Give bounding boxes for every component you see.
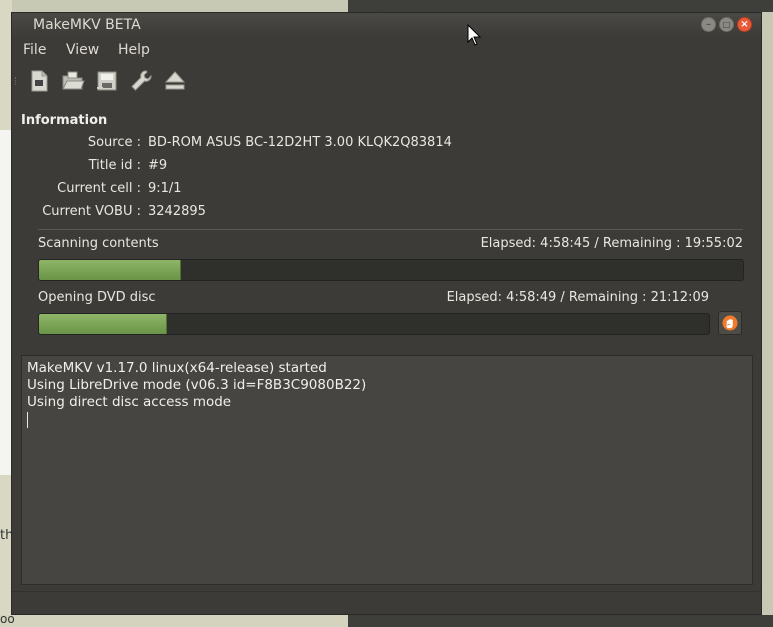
window-controls: – □ ×	[701, 17, 752, 32]
open-folder-button[interactable]	[60, 68, 86, 94]
info-label: Title id :	[88, 158, 141, 173]
mouse-pointer-icon	[467, 24, 481, 46]
info-value: #9	[148, 158, 168, 173]
section-divider	[38, 229, 743, 230]
progress-fill-opening	[39, 314, 168, 334]
title-bar[interactable]: MakeMKV BETA – □ ×	[12, 13, 761, 38]
eject-button[interactable]	[162, 68, 188, 94]
info-value: BD-ROM ASUS BC-12D2HT 3.00 KLQK2Q83814	[148, 135, 452, 150]
menu-bar: File View Help	[12, 38, 761, 62]
preferences-button[interactable]	[128, 68, 154, 94]
open-file-icon	[31, 70, 48, 92]
status-bar	[12, 591, 761, 614]
progress-time-opening: Elapsed: 4:58:49 / Remaining : 21:12:09	[446, 290, 709, 305]
menu-view[interactable]: View	[66, 42, 99, 58]
eject-icon	[164, 71, 186, 90]
text-caret	[27, 412, 28, 428]
window-title: MakeMKV BETA	[33, 17, 141, 33]
progress-bar-scanning	[38, 259, 744, 281]
log-caret-line	[27, 411, 747, 433]
open-folder-icon	[62, 71, 85, 90]
progress-time-scanning: Elapsed: 4:58:45 / Remaining : 19:55:02	[480, 236, 743, 251]
progress-bar-opening	[38, 313, 710, 335]
toolbar-grip	[15, 77, 18, 85]
close-icon: ×	[740, 18, 749, 30]
wrench-icon	[131, 70, 152, 91]
progress-label-opening: Opening DVD disc	[38, 290, 156, 305]
makemkv-window: MakeMKV BETA – □ × File View Help Inform…	[11, 12, 762, 615]
log-line: MakeMKV v1.17.0 linux(x64-release) start…	[27, 360, 327, 376]
desktop-background-dark	[348, 0, 773, 12]
info-label: Source :	[87, 135, 141, 150]
log-line: Using direct disc access mode	[27, 394, 232, 410]
backup-button[interactable]	[94, 68, 120, 94]
stop-hand-icon	[722, 315, 738, 331]
menu-file[interactable]: File	[23, 42, 46, 58]
log-line: Using LibreDrive mode (v06.3 id=F8B3C908…	[27, 377, 367, 393]
information-heading: Information	[21, 113, 108, 128]
menu-help[interactable]: Help	[118, 42, 150, 58]
close-button[interactable]: ×	[737, 17, 752, 32]
info-value: 9:1/1	[148, 181, 182, 196]
minimize-button[interactable]: –	[701, 17, 716, 32]
minimize-icon: –	[706, 18, 711, 30]
desktop-background-bottom-dark	[348, 615, 773, 627]
stop-button[interactable]	[718, 311, 742, 335]
open-file-button[interactable]	[26, 68, 52, 94]
maximize-icon: □	[722, 19, 731, 29]
progress-fill-scanning	[39, 260, 181, 280]
maximize-button[interactable]: □	[719, 17, 734, 32]
info-label: Current cell :	[57, 181, 141, 196]
info-label: Current VOBU :	[42, 204, 141, 219]
progress-label-scanning: Scanning contents	[38, 236, 159, 251]
log-output[interactable]: MakeMKV v1.17.0 linux(x64-release) start…	[21, 355, 753, 585]
toolbar	[12, 65, 761, 97]
info-value: 3242895	[148, 204, 206, 219]
backup-icon	[97, 71, 117, 91]
